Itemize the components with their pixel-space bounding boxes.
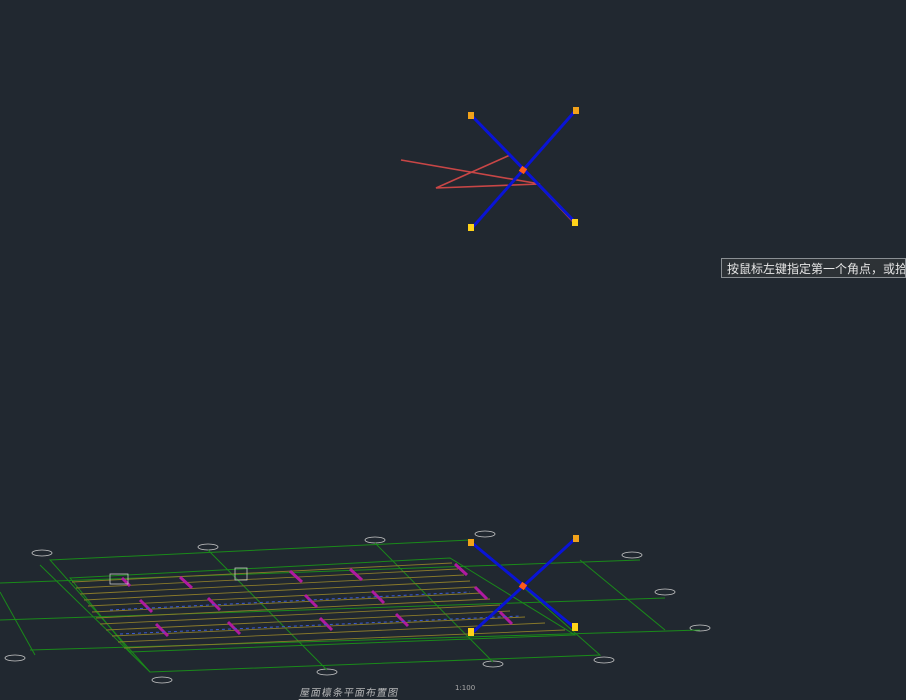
grip-square-icon[interactable] <box>468 112 474 119</box>
grip-square-icon[interactable] <box>573 535 579 542</box>
grip-square-icon[interactable] <box>468 224 474 231</box>
path-polyline[interactable] <box>400 154 576 225</box>
command-tooltip: 按鼠标左键指定第一个角点，或拾 <box>721 258 906 278</box>
cad-viewport[interactable] <box>0 0 906 699</box>
brace-preview-lower[interactable] <box>468 535 579 636</box>
grip-square-icon[interactable] <box>468 539 474 546</box>
grip-square-icon[interactable] <box>573 107 579 114</box>
brace-preview-upper[interactable] <box>400 107 579 231</box>
floor-plan-drawing <box>0 530 711 684</box>
drawing-scale: 1:100 <box>455 684 476 692</box>
drawing-title: 屋面檩条平面布置图 <box>298 684 401 700</box>
grip-square-icon[interactable] <box>572 219 578 226</box>
grip-square-icon[interactable] <box>572 623 578 631</box>
grip-square-icon[interactable] <box>468 628 474 636</box>
